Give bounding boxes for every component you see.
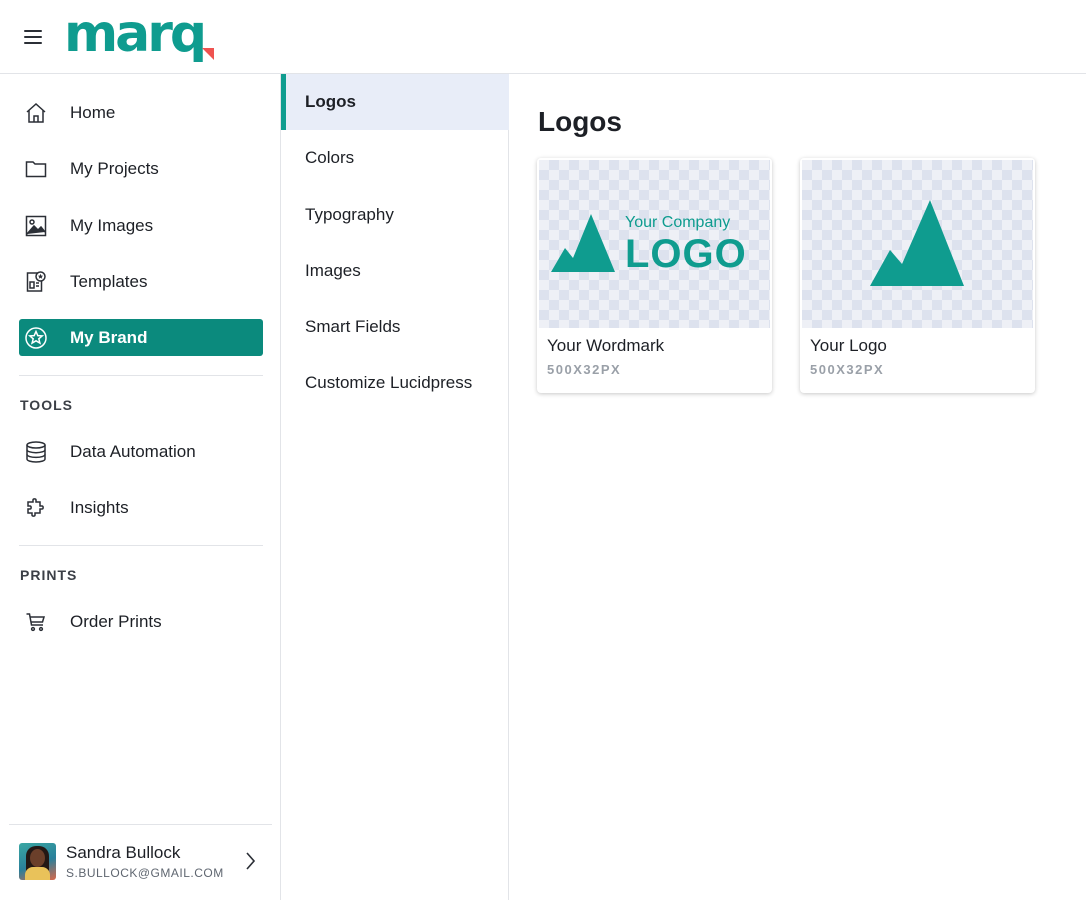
sidebar-item-label: My Projects <box>70 158 159 178</box>
logo-preview <box>802 160 1033 328</box>
brand-subnav: Logos Colors Typography Images Smart Fie… <box>281 74 509 900</box>
brand-nav-logos[interactable]: Logos <box>281 74 509 130</box>
page-title: Logos <box>538 106 622 137</box>
top-bar: marq <box>0 0 1086 74</box>
sidebar-divider <box>19 545 263 546</box>
sidebar-item-home[interactable]: Home <box>19 94 263 131</box>
sidebar-item-label: Order Prints <box>70 611 162 631</box>
brand-nav-smart-fields[interactable]: Smart Fields <box>281 299 509 355</box>
home-icon <box>24 101 48 125</box>
user-divider <box>9 824 272 825</box>
brand-nav-images[interactable]: Images <box>281 243 509 299</box>
logo-card-logo[interactable]: Your Logo 500X32PX <box>800 158 1035 393</box>
user-email: S.BULLOCK@GMAIL.COM <box>66 866 224 880</box>
main-content: Logos Your Company LOGO Your Wordmark 50… <box>510 74 1086 900</box>
sidebar-item-label: My Images <box>70 215 154 235</box>
card-dimensions: 500X32PX <box>547 362 622 377</box>
sidebar-item-my-images[interactable]: My Images <box>19 207 263 244</box>
sidebar-item-label: My Brand <box>70 327 148 347</box>
cart-icon <box>24 610 48 634</box>
user-account[interactable]: Sandra Bullock S.BULLOCK@GMAIL.COM <box>19 843 269 883</box>
brand-nav-typography[interactable]: Typography <box>281 187 509 243</box>
sidebar-divider <box>19 375 263 376</box>
card-title: Your Logo <box>810 336 887 355</box>
card-title: Your Wordmark <box>547 336 665 355</box>
puzzle-icon <box>24 496 48 520</box>
wordmark-company-text: Your Company <box>625 214 731 231</box>
mountain-logo-icon <box>870 200 964 286</box>
sidebar-item-templates[interactable]: Templates <box>19 263 263 300</box>
sidebar-item-label: Templates <box>70 271 148 291</box>
card-dimensions: 500X32PX <box>810 362 885 377</box>
sidebar-item-insights[interactable]: Insights <box>19 489 263 526</box>
menu-icon[interactable] <box>24 30 42 44</box>
brand-logo-mark <box>202 48 215 60</box>
brand-nav-customize-lucidpress[interactable]: Customize Lucidpress <box>281 355 509 411</box>
sidebar-item-order-prints[interactable]: Order Prints <box>19 603 263 640</box>
avatar <box>19 843 56 880</box>
sidebar-item-label: Data Automation <box>70 441 196 461</box>
brand-nav-colors[interactable]: Colors <box>281 130 509 186</box>
sidebar-item-data-automation[interactable]: Data Automation <box>19 433 263 470</box>
logo-card-wordmark[interactable]: Your Company LOGO Your Wordmark 500X32PX <box>537 158 772 393</box>
image-icon <box>24 214 48 238</box>
folder-icon <box>24 157 48 181</box>
tools-section-label: TOOLS <box>20 397 73 413</box>
sidebar-item-my-projects[interactable]: My Projects <box>19 150 263 187</box>
brand-logo-text: marq <box>64 4 207 64</box>
templates-icon <box>24 270 48 294</box>
star-badge-icon <box>24 326 48 350</box>
sidebar-item-label: Home <box>70 102 116 122</box>
wordmark-logo-text: LOGO <box>625 232 747 276</box>
mountain-logo-icon <box>551 214 615 272</box>
brand-logo[interactable]: marq <box>64 4 215 64</box>
logo-preview: Your Company LOGO <box>539 160 770 328</box>
sidebar-item-label: Insights <box>70 497 129 517</box>
chevron-right-icon[interactable] <box>241 851 259 871</box>
sidebar: Home My Projects My Images Templates My … <box>0 74 281 900</box>
user-name: Sandra Bullock <box>66 843 181 862</box>
database-icon <box>24 440 48 464</box>
prints-section-label: PRINTS <box>20 567 78 583</box>
sidebar-item-my-brand[interactable]: My Brand <box>19 319 263 356</box>
